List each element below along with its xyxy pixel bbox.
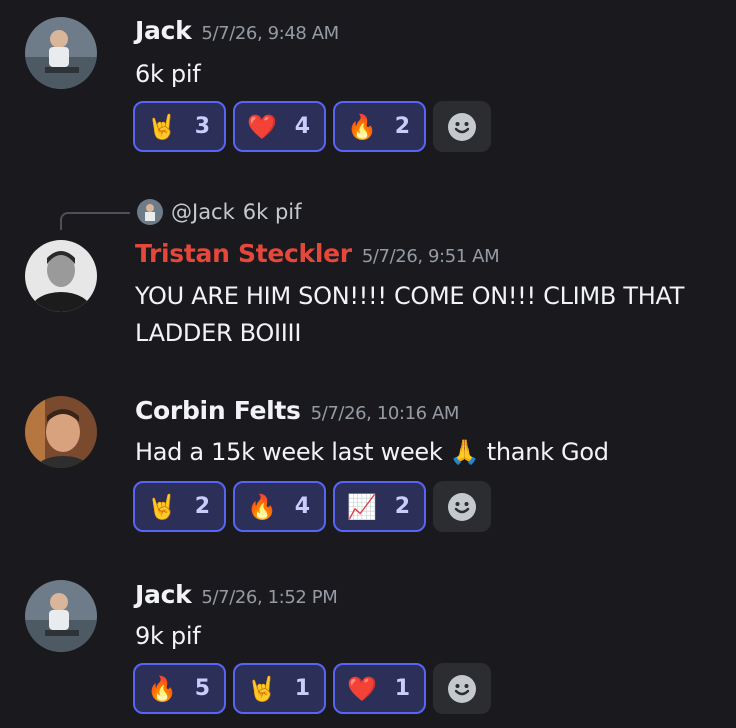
rock-on-emoji: 🤘 (147, 492, 177, 521)
rock-on-emoji: 🤘 (247, 674, 277, 703)
fire-emoji: 🔥 (247, 492, 277, 521)
add-reaction-button[interactable] (433, 101, 491, 152)
reaction-count: 2 (394, 114, 410, 139)
author-name[interactable]: Jack (135, 16, 192, 45)
reaction-fire[interactable]: 🔥 2 (333, 101, 426, 152)
reaction-count: 3 (194, 114, 210, 139)
reaction-fire[interactable]: 🔥 5 (133, 663, 226, 714)
chart-increasing-emoji: 📈 (347, 492, 377, 521)
message-line-2: LADDER BOIIII (135, 319, 302, 347)
message-text: 9k pif (135, 622, 201, 650)
avatar-corbin[interactable] (25, 396, 97, 468)
smiley-icon (448, 112, 476, 141)
reactions-row: 🤘 3 ❤️ 4 🔥 2 (133, 101, 491, 152)
author-name[interactable]: Tristan Steckler (135, 239, 352, 268)
timestamp: 5/7/26, 10:16 AM (310, 403, 460, 424)
avatar-tristan[interactable] (25, 240, 97, 312)
reaction-heart[interactable]: ❤️ 4 (233, 101, 326, 152)
message-text: 6k pif (135, 60, 201, 88)
reactions-row: 🤘 2 🔥 4 📈 2 (133, 481, 491, 532)
reaction-count: 2 (194, 494, 210, 519)
timestamp: 5/7/26, 9:51 AM (361, 246, 500, 267)
reaction-count: 4 (294, 114, 310, 139)
smiley-icon (448, 492, 476, 521)
praying-hands-emoji: 🙏 (449, 438, 480, 466)
rock-on-emoji: 🤘 (147, 112, 177, 141)
heart-emoji: ❤️ (247, 112, 277, 141)
reply-preview[interactable]: @Jack 6k pif (137, 199, 302, 225)
reaction-rock-on[interactable]: 🤘 2 (133, 481, 226, 532)
fire-emoji: 🔥 (147, 674, 177, 703)
reaction-chart-increasing[interactable]: 📈 2 (333, 481, 426, 532)
timestamp: 5/7/26, 1:52 PM (201, 587, 338, 608)
heart-emoji: ❤️ (347, 674, 377, 703)
reply-mention[interactable]: @Jack (171, 200, 235, 224)
message-text-end: thank God (486, 438, 609, 466)
fire-emoji: 🔥 (347, 112, 377, 141)
author-name[interactable]: Corbin Felts (135, 396, 301, 425)
reaction-count: 2 (394, 494, 410, 519)
smiley-icon (448, 674, 476, 703)
reply-avatar (137, 199, 163, 225)
message-text-start: Had a 15k week last week (135, 438, 443, 466)
reply-text: 6k pif (242, 200, 302, 224)
reaction-count: 5 (194, 676, 210, 701)
reaction-fire[interactable]: 🔥 4 (233, 481, 326, 532)
timestamp: 5/7/26, 9:48 AM (201, 23, 339, 44)
author-name[interactable]: Jack (135, 580, 192, 609)
message-line-1: YOU ARE HIM SON!!!! COME ON!!! CLIMB THA… (135, 282, 685, 310)
reactions-row: 🔥 5 🤘 1 ❤️ 1 (133, 663, 491, 714)
avatar-jack[interactable] (25, 17, 97, 89)
reaction-count: 1 (294, 676, 310, 701)
reaction-rock-on[interactable]: 🤘 1 (233, 663, 326, 714)
reaction-rock-on[interactable]: 🤘 3 (133, 101, 226, 152)
reaction-heart[interactable]: ❤️ 1 (333, 663, 426, 714)
reaction-count: 1 (394, 676, 410, 701)
reply-connector (60, 212, 130, 230)
add-reaction-button[interactable] (433, 663, 491, 714)
reaction-count: 4 (294, 494, 310, 519)
message-text: Had a 15k week last week 🙏 thank God (135, 434, 609, 471)
avatar-jack[interactable] (25, 580, 97, 652)
add-reaction-button[interactable] (433, 481, 491, 532)
message-text: YOU ARE HIM SON!!!! COME ON!!! CLIMB THA… (135, 278, 684, 352)
